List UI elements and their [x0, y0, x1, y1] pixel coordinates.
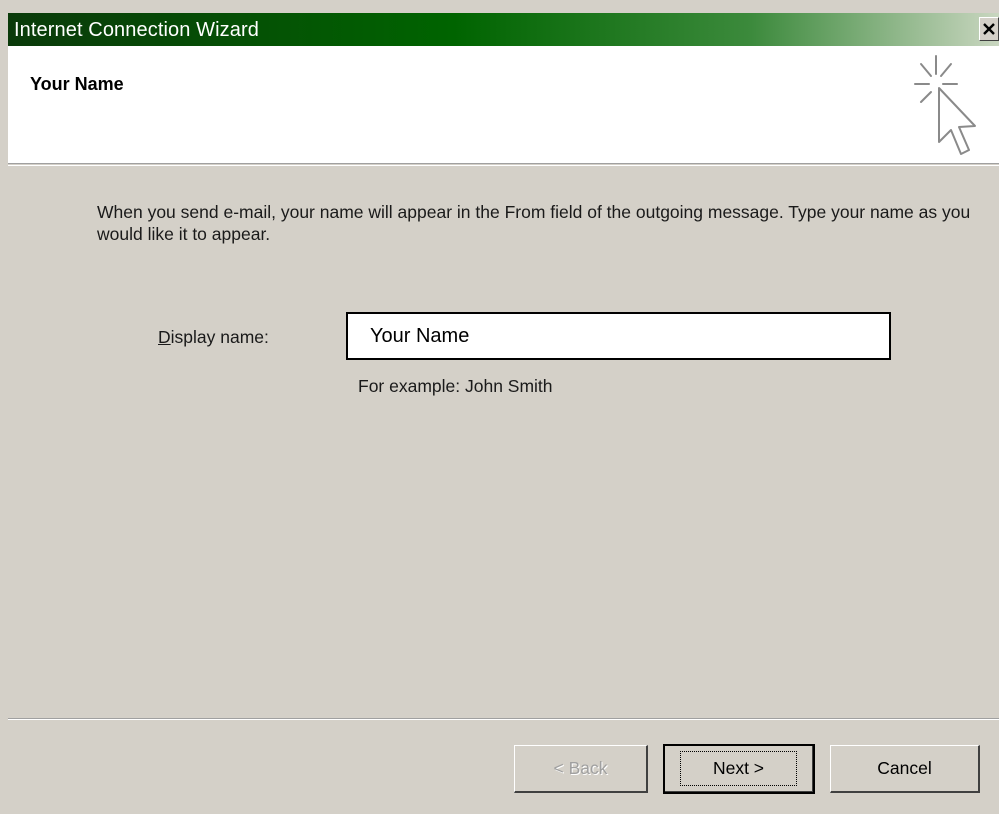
display-name-accesskey: D: [158, 327, 171, 347]
back-button-label: < Back: [553, 758, 608, 778]
cancel-button[interactable]: Cancel: [830, 745, 980, 793]
back-button[interactable]: < Back: [514, 745, 648, 793]
instructions-text: When you send e-mail, your name will app…: [97, 202, 971, 244]
page-title: Your Name: [30, 74, 124, 94]
next-button-label: Next >: [679, 751, 798, 786]
title-bar[interactable]: Internet Connection Wizard: [8, 13, 999, 46]
example-hint: For example: John Smith: [358, 376, 553, 396]
cancel-button-label: Cancel: [877, 758, 932, 778]
next-button[interactable]: Next >: [663, 744, 815, 794]
wizard-header: Your Name: [8, 46, 999, 166]
close-button[interactable]: [979, 17, 999, 41]
display-name-label-text: isplay name:: [170, 327, 269, 347]
button-divider: [8, 718, 999, 720]
close-icon: [983, 23, 995, 35]
wizard-content: When you send e-mail, your name will app…: [8, 166, 999, 720]
display-name-label: Display name:: [158, 327, 269, 348]
display-name-input[interactable]: [346, 312, 891, 360]
window-title: Internet Connection Wizard: [14, 19, 259, 41]
wizard-cursor-icon: [914, 55, 976, 155]
wizard-window: Internet Connection Wizard Your Name Whe…: [0, 0, 999, 814]
